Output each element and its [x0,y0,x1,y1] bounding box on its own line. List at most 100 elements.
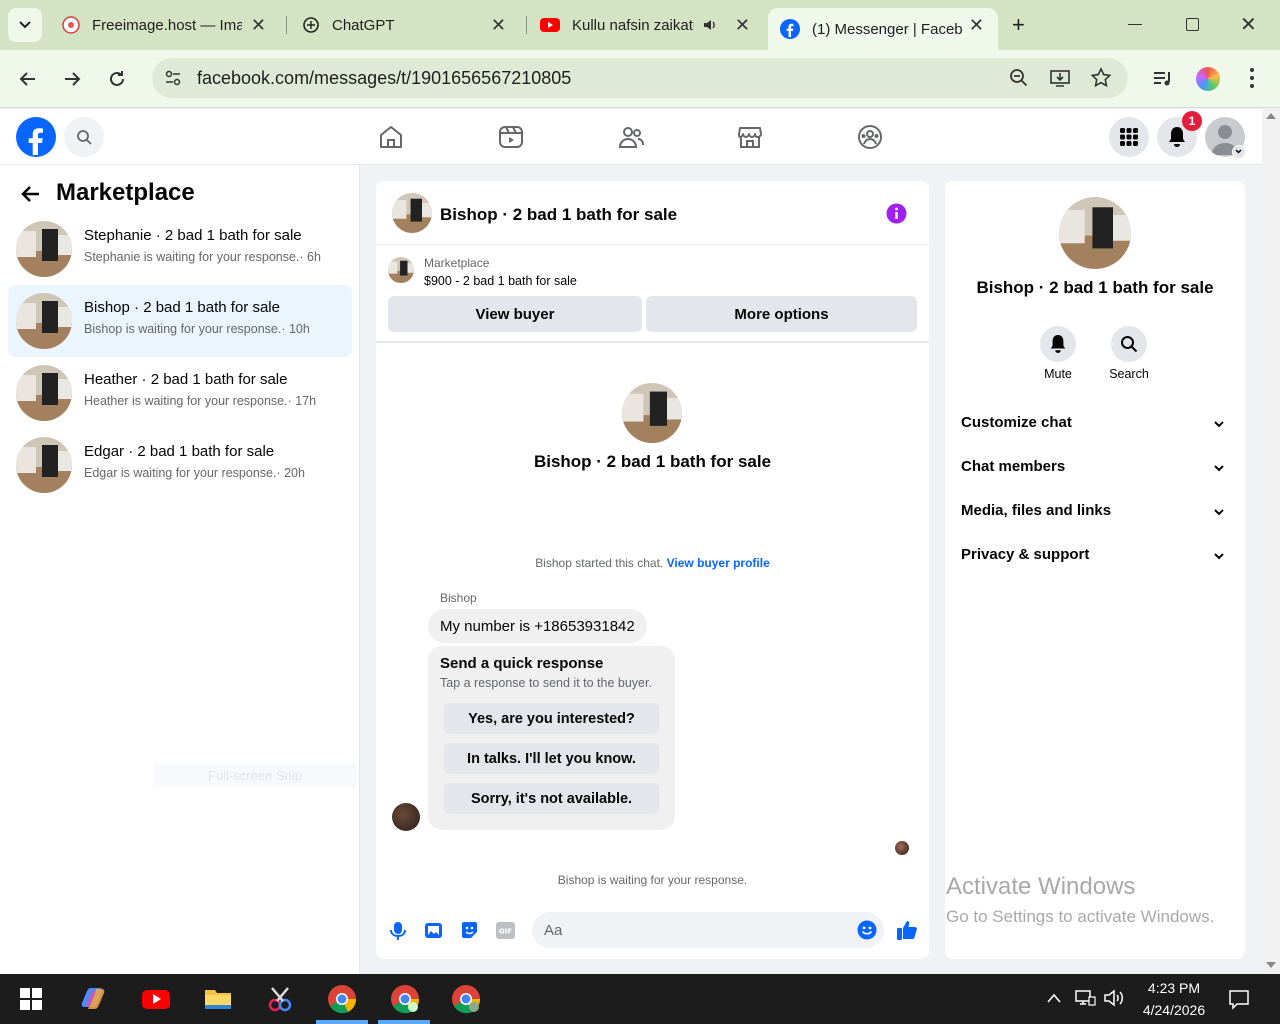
view-buyer-profile-link[interactable]: View buyer profile [667,556,770,570]
media-control-icon[interactable] [1152,68,1174,90]
search-button[interactable] [1111,326,1147,362]
chat-title[interactable]: Bishop · 2 bad 1 bath for sale [440,205,677,225]
youtube-app-icon[interactable] [140,983,172,1015]
section-privacy-support[interactable]: Privacy & support [961,546,1231,570]
thumbs-up-icon[interactable] [896,919,918,941]
mute-label: Mute [1044,367,1072,381]
zoom-icon[interactable] [1009,68,1029,88]
section-media-files-links[interactable]: Media, files and links [961,502,1231,526]
new-tab-button[interactable]: + [1012,12,1025,38]
conversation-item[interactable]: Stephanie · 2 bad 1 bath for sale Stepha… [8,213,352,285]
install-app-icon[interactable] [1049,68,1071,88]
browser-toolbar: facebook.com/messages/t/1901656567210805 [0,50,1280,108]
menu-kebab-icon[interactable] [1250,68,1254,88]
photo-icon[interactable] [424,921,443,940]
close-icon[interactable]: ✕ [735,16,750,34]
conversation-item[interactable]: Heather · 2 bad 1 bath for sale Heather … [8,357,352,429]
message-input[interactable]: Aa [532,912,884,948]
info-avatar[interactable] [1059,197,1131,269]
tab-freeimage[interactable]: Freeimage.host — Image Hosting ✕ [50,8,280,42]
speaker-icon[interactable] [702,17,718,33]
search-icon [1121,336,1138,353]
restore-button[interactable] [1186,18,1199,31]
conversation-snippet: Heather is waiting for your response.· 1… [84,394,317,408]
window-close-button[interactable]: ✕ [1240,12,1257,37]
message-bubble[interactable]: My number is +18653931842 [428,609,647,643]
listing-thumbnail [16,293,72,349]
chat-header: Bishop · 2 bad 1 bath for sale [376,181,929,245]
page-scrollbar[interactable] [1262,109,1280,974]
site-settings-icon[interactable] [164,69,182,87]
close-icon[interactable]: ✕ [251,16,266,34]
windows-start-icon[interactable] [15,983,47,1015]
quick-response-button[interactable]: Yes, are you interested? [444,703,659,734]
info-icon[interactable] [886,203,907,224]
tab-title: Freeimage.host — Image Hosting [92,16,242,34]
video-icon[interactable] [497,123,525,151]
sticker-icon[interactable] [460,921,479,940]
chrome-profile-icon[interactable] [450,983,482,1015]
clock-date[interactable]: 4/24/2026 [1136,1002,1212,1018]
chrome-profile-icon[interactable] [389,983,421,1015]
listing-thumbnail[interactable] [388,257,414,283]
bookmark-star-icon[interactable] [1090,67,1112,89]
close-icon[interactable]: ✕ [969,16,984,34]
snipping-tool-icon[interactable] [264,983,296,1015]
facebook-header: 1 [0,109,1262,165]
conversation-item-selected[interactable]: Bishop · 2 bad 1 bath for sale Bishop is… [8,285,352,357]
groups-icon[interactable] [856,123,884,151]
quick-response-button[interactable]: In talks. I'll let you know. [444,743,659,774]
quick-response-button[interactable]: Sorry, it's not available. [444,783,659,814]
conversation-title: Bishop · 2 bad 1 bath for sale [84,299,280,316]
section-customize-chat[interactable]: Customize chat [961,414,1231,438]
facebook-logo-icon[interactable] [16,117,56,157]
profile-avatar-icon[interactable] [1196,67,1220,91]
conversation-item[interactable]: Edgar · 2 bad 1 bath for sale Edgar is w… [8,429,352,501]
notification-center-icon[interactable] [1228,988,1250,1010]
volume-icon[interactable] [1103,989,1127,1007]
more-options-button[interactable]: More options [646,296,917,332]
account-dropdown-chevron[interactable] [1232,145,1246,159]
clock-time[interactable]: 4:23 PM [1142,980,1206,996]
snip-overlay-label: Full-screen Snip [154,763,356,787]
chrome-icon[interactable] [326,983,358,1015]
marketplace-icon[interactable] [736,123,764,151]
forward-arrow-icon[interactable] [61,68,83,90]
menu-button[interactable] [1109,117,1149,157]
section-chat-members[interactable]: Chat members [961,458,1231,482]
tab-title: ChatGPT [332,16,395,34]
mute-button[interactable] [1040,326,1076,362]
friends-icon[interactable] [617,123,645,151]
gif-icon[interactable]: GIF [496,922,515,939]
chevron-up-icon[interactable] [1046,992,1062,1004]
chevron-down-icon [1235,149,1242,154]
view-buyer-button[interactable]: View buyer [388,296,642,332]
url-text: facebook.com/messages/t/1901656567210805 [197,68,572,88]
network-icon[interactable] [1074,989,1096,1007]
tab-chatgpt[interactable]: ChatGPT ✕ [290,8,520,42]
fb-search-button[interactable] [64,117,104,157]
back-arrow-icon[interactable] [17,68,39,90]
tab-search-button[interactable] [8,8,42,42]
minimize-button[interactable] [1128,24,1142,25]
address-bar[interactable]: facebook.com/messages/t/1901656567210805 [152,58,1128,98]
home-icon[interactable] [377,123,405,151]
file-explorer-icon[interactable] [202,983,234,1015]
microphone-icon[interactable] [389,921,407,941]
chat-avatar[interactable] [392,193,432,233]
emoji-icon[interactable] [857,920,877,940]
sender-avatar[interactable] [392,803,420,831]
close-icon[interactable]: ✕ [491,16,506,34]
search-icon [77,130,92,145]
back-arrow-icon[interactable] [20,183,42,205]
copilot-icon[interactable] [78,983,110,1015]
quick-response-subtitle: Tap a response to send it to the buyer. [440,676,652,690]
chevron-down-icon [19,21,31,29]
reload-icon[interactable] [106,68,128,90]
tab-messenger[interactable]: (1) Messenger | Facebook ✕ [768,8,998,50]
conversation-snippet: Stephanie is waiting for your response.·… [84,250,321,264]
listing-price-title[interactable]: $900 - 2 bad 1 bath for sale [424,274,577,288]
listing-label: Marketplace [424,256,490,270]
tab-youtube[interactable]: Kullu nafsin zaikatul maut ✕ [528,8,764,42]
chat-panel: Bishop · 2 bad 1 bath for sale Marketpla… [376,181,929,959]
